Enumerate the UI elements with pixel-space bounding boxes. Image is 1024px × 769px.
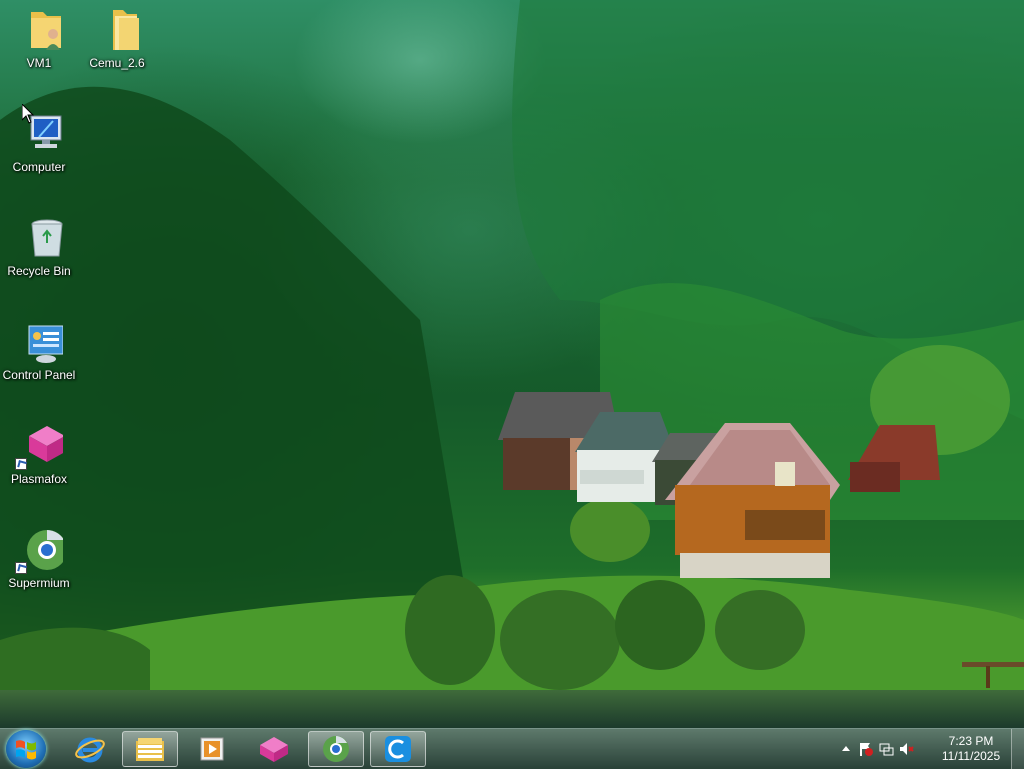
desktop-icon-label: Cemu_2.6 (89, 56, 145, 70)
internet-explorer-icon (75, 737, 105, 763)
desktop-icon-computer[interactable]: Computer (0, 110, 78, 174)
folder-icon (93, 6, 141, 54)
desktop-icon-label: Recycle Bin (7, 264, 71, 278)
show-hidden-icons-chevron-icon[interactable] (838, 741, 854, 757)
desktop-icon-label: Supermium (8, 576, 70, 590)
clock[interactable]: 7:23 PM 11/11/2025 (936, 734, 1006, 764)
file-explorer-icon (136, 738, 164, 761)
recycle-bin-icon (15, 214, 63, 262)
taskbar-cemu[interactable] (370, 731, 426, 767)
desktop-icon-label: Computer (12, 160, 66, 174)
shortcut-arrow-icon (15, 562, 27, 574)
desktop-icon-cemu[interactable]: Cemu_2.6 (78, 6, 156, 70)
desktop-icon-recycle-bin[interactable]: Recycle Bin (0, 214, 78, 278)
desktop-icon-label: Control Panel (2, 368, 76, 382)
desktop-icon-supermium[interactable]: Supermium (0, 526, 78, 590)
landscape-illustration (0, 0, 1024, 728)
volume-muted-icon[interactable] (898, 741, 914, 757)
network-icon[interactable] (878, 741, 894, 757)
shortcut-arrow-icon (15, 458, 27, 470)
system-tray: 7:23 PM 11/11/2025 (834, 729, 1024, 769)
taskbar-file-explorer[interactable] (122, 731, 178, 767)
plasmafox-icon (15, 422, 65, 470)
windows-logo-icon (16, 740, 36, 760)
cemu-icon (385, 736, 411, 762)
supermium-icon (15, 526, 67, 574)
desktop-icon-plasmafox[interactable]: Plasmafox (0, 422, 78, 486)
clock-date: 11/11/2025 (941, 749, 1001, 763)
media-player-icon (200, 737, 224, 761)
taskbar-supermium[interactable] (308, 731, 364, 767)
desktop-icon-control-panel[interactable]: Control Panel (0, 318, 78, 382)
control-panel-icon (15, 318, 64, 366)
action-center-flag-icon[interactable] (858, 741, 874, 757)
start-button[interactable] (6, 730, 46, 768)
supermium-icon (323, 736, 349, 762)
desktop-icon-vm1[interactable]: VM1 (0, 6, 78, 70)
desktop-icon-label: Plasmafox (10, 472, 68, 486)
taskbar-internet-explorer[interactable] (62, 731, 118, 767)
user-folder-icon (15, 6, 63, 54)
taskbar: 7:23 PM 11/11/2025 (0, 728, 1024, 769)
mouse-cursor-icon (22, 104, 34, 124)
desktop-icon-label: VM1 (26, 56, 52, 70)
taskbar-plasmafox[interactable] (246, 731, 302, 767)
desktop-wallpaper (0, 0, 1024, 728)
plasmafox-icon (260, 737, 288, 762)
clock-time: 7:23 PM (948, 734, 994, 748)
taskbar-media-player[interactable] (184, 731, 240, 767)
show-desktop-button[interactable] (1011, 729, 1024, 769)
